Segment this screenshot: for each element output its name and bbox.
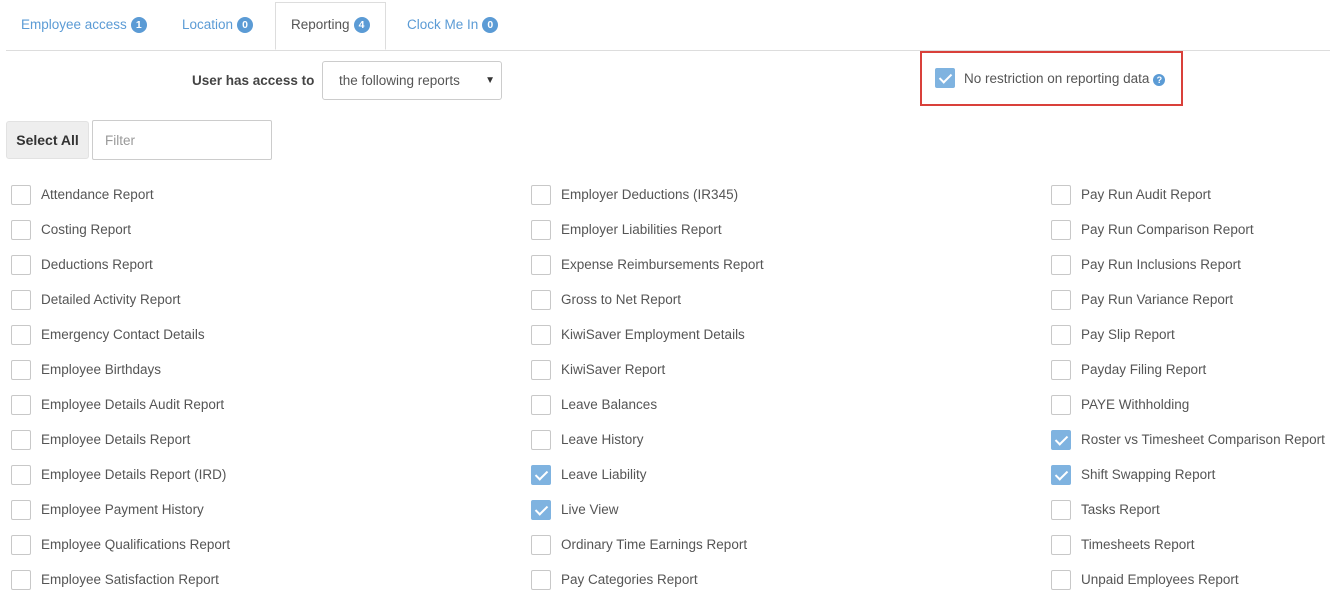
report-checkbox[interactable] [11,500,31,520]
report-checkbox[interactable] [11,430,31,450]
report-checkbox[interactable] [1051,255,1071,275]
report-checkbox[interactable] [531,360,551,380]
report-label: Timesheets Report [1081,537,1195,552]
report-checkbox[interactable] [1051,395,1071,415]
report-label: Pay Slip Report [1081,327,1175,342]
tab-reporting[interactable]: Reporting 4 [275,2,386,50]
report-checkbox[interactable] [1051,220,1071,240]
no-restriction-checkbox[interactable] [935,68,955,88]
count-badge: 1 [130,17,147,33]
question-circle-icon[interactable]: ? [1153,74,1166,86]
report-label: Pay Run Comparison Report [1081,222,1254,237]
report-label: Emergency Contact Details [41,327,205,342]
report-label: Leave Liability [561,467,647,482]
report-checkbox[interactable] [531,185,551,205]
report-label: Tasks Report [1081,502,1160,517]
report-checkbox[interactable] [531,465,551,485]
report-checkbox[interactable] [11,395,31,415]
tab-clock-me-in[interactable]: Clock Me In 0 [407,3,499,49]
report-label: Employee Details Report [41,432,191,447]
report-label: Pay Run Inclusions Report [1081,257,1241,272]
report-label: Expense Reimbursements Report [561,257,764,272]
report-checkbox[interactable] [1051,430,1071,450]
report-checkbox[interactable] [531,220,551,240]
tab-label: Location [182,17,234,32]
report-label: KiwiSaver Employment Details [561,327,745,342]
tab-location[interactable]: Location 0 [182,3,254,49]
report-checkbox[interactable] [11,570,31,590]
report-checkbox[interactable] [1051,465,1071,485]
report-checkbox[interactable] [11,185,31,205]
report-checkbox[interactable] [531,535,551,555]
report-checkbox[interactable] [531,500,551,520]
report-checkbox[interactable] [1051,500,1071,520]
report-checkbox[interactable] [1051,185,1071,205]
access-label: User has access to [192,73,315,88]
caret-down-icon: ▼ [485,75,495,86]
report-label: Leave History [561,432,644,447]
tab-bar: Employee access 1 Location 0 Reporting 4 Cl… [6,0,1330,51]
report-checkbox[interactable] [11,255,31,275]
count-badge: 0 [237,17,254,33]
report-checkbox[interactable] [531,430,551,450]
report-checkbox[interactable] [531,570,551,590]
report-checkbox[interactable] [531,395,551,415]
report-checkbox[interactable] [1051,570,1071,590]
no-restriction-highlight: No restriction on reporting data? [920,51,1183,106]
report-checkbox[interactable] [11,535,31,555]
report-label: Employee Qualifications Report [41,537,231,552]
report-label: Attendance Report [41,187,154,202]
tab-label: Reporting [291,17,350,32]
report-checkbox[interactable] [1051,325,1071,345]
report-label: Detailed Activity Report [41,292,181,307]
report-label: Leave Balances [561,397,658,412]
report-label: Deductions Report [41,257,153,272]
tab-label: Clock Me In [407,17,479,32]
filter-input[interactable] [92,120,272,160]
report-label: Employee Satisfaction Report [41,572,219,587]
access-select-value: the following reports [339,73,460,88]
report-label: Pay Run Audit Report [1081,187,1211,202]
report-label: Pay Categories Report [561,572,698,587]
tab-employee-access[interactable]: Employee access 1 [21,3,147,49]
report-label: Shift Swapping Report [1081,467,1216,482]
access-select[interactable]: the following reports ▼ [322,61,502,100]
report-checkbox[interactable] [531,325,551,345]
report-label: Ordinary Time Earnings Report [561,537,748,552]
report-checkbox[interactable] [531,290,551,310]
tab-label: Employee access [21,17,127,32]
report-checkbox[interactable] [11,360,31,380]
count-badge: 0 [482,17,499,33]
report-label: Unpaid Employees Report [1081,572,1239,587]
report-checkbox[interactable] [11,465,31,485]
report-label: Employee Payment History [41,502,204,517]
report-checkbox[interactable] [1051,360,1071,380]
report-label: Payday Filing Report [1081,362,1207,377]
report-label: KiwiSaver Report [561,362,666,377]
select-all-button[interactable]: Select All [6,121,89,159]
report-label: Employer Liabilities Report [561,222,722,237]
report-label: Employer Deductions (IR345) [561,187,739,202]
count-badge: 4 [353,17,370,33]
report-label: Roster vs Timesheet Comparison Report [1081,432,1325,447]
report-label: Gross to Net Report [561,292,682,307]
report-label: Costing Report [41,222,132,237]
report-label: Employee Details Audit Report [41,397,225,412]
report-checkbox[interactable] [11,290,31,310]
report-label: Pay Run Variance Report [1081,292,1234,307]
report-label: PAYE Withholding [1081,397,1190,412]
no-restriction-label: No restriction on reporting data? [964,71,1166,86]
report-label: Live View [561,502,619,517]
report-checkbox[interactable] [1051,535,1071,555]
report-label: Employee Details Report (IRD) [41,467,227,482]
report-checkbox[interactable] [1051,290,1071,310]
report-checkbox[interactable] [531,255,551,275]
report-checkbox[interactable] [11,220,31,240]
report-checkbox[interactable] [11,325,31,345]
no-restriction-text: No restriction on reporting data [964,71,1150,86]
report-label: Employee Birthdays [41,362,162,377]
